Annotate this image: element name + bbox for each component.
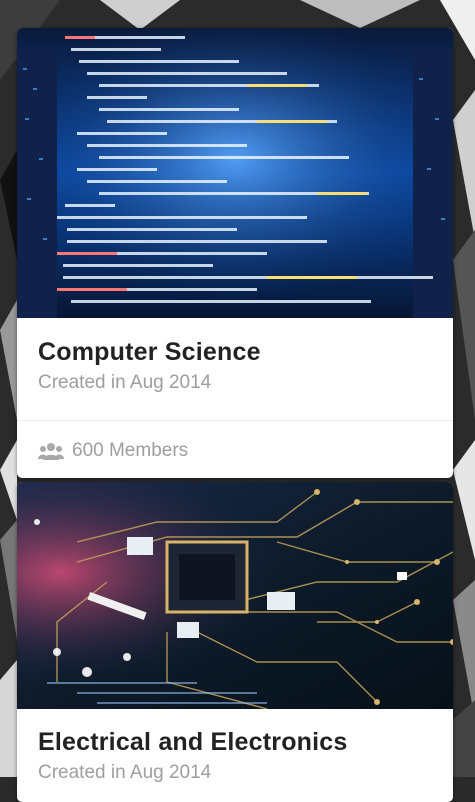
card-footer: 600 Members (17, 420, 453, 478)
card-body: Computer Science Created in Aug 2014 (17, 318, 453, 394)
card-body: Electrical and Electronics Created in Au… (17, 709, 453, 784)
circuit-board-image (17, 482, 453, 709)
created-date: Created in Aug 2014 (38, 372, 212, 393)
group-card-electrical-electronics[interactable]: Electrical and Electronics Created in Au… (17, 482, 453, 802)
users-group-icon (38, 443, 64, 460)
created-date: Created in Aug 2014 (38, 762, 212, 783)
group-card-computer-science[interactable]: Computer Science Created in Aug 2014 600… (17, 28, 453, 478)
card-title[interactable]: Computer Science (38, 318, 432, 367)
card-title[interactable]: Electrical and Electronics (38, 709, 432, 757)
code-on-screen-image (17, 28, 453, 318)
members-count: 600 Members (72, 440, 189, 461)
